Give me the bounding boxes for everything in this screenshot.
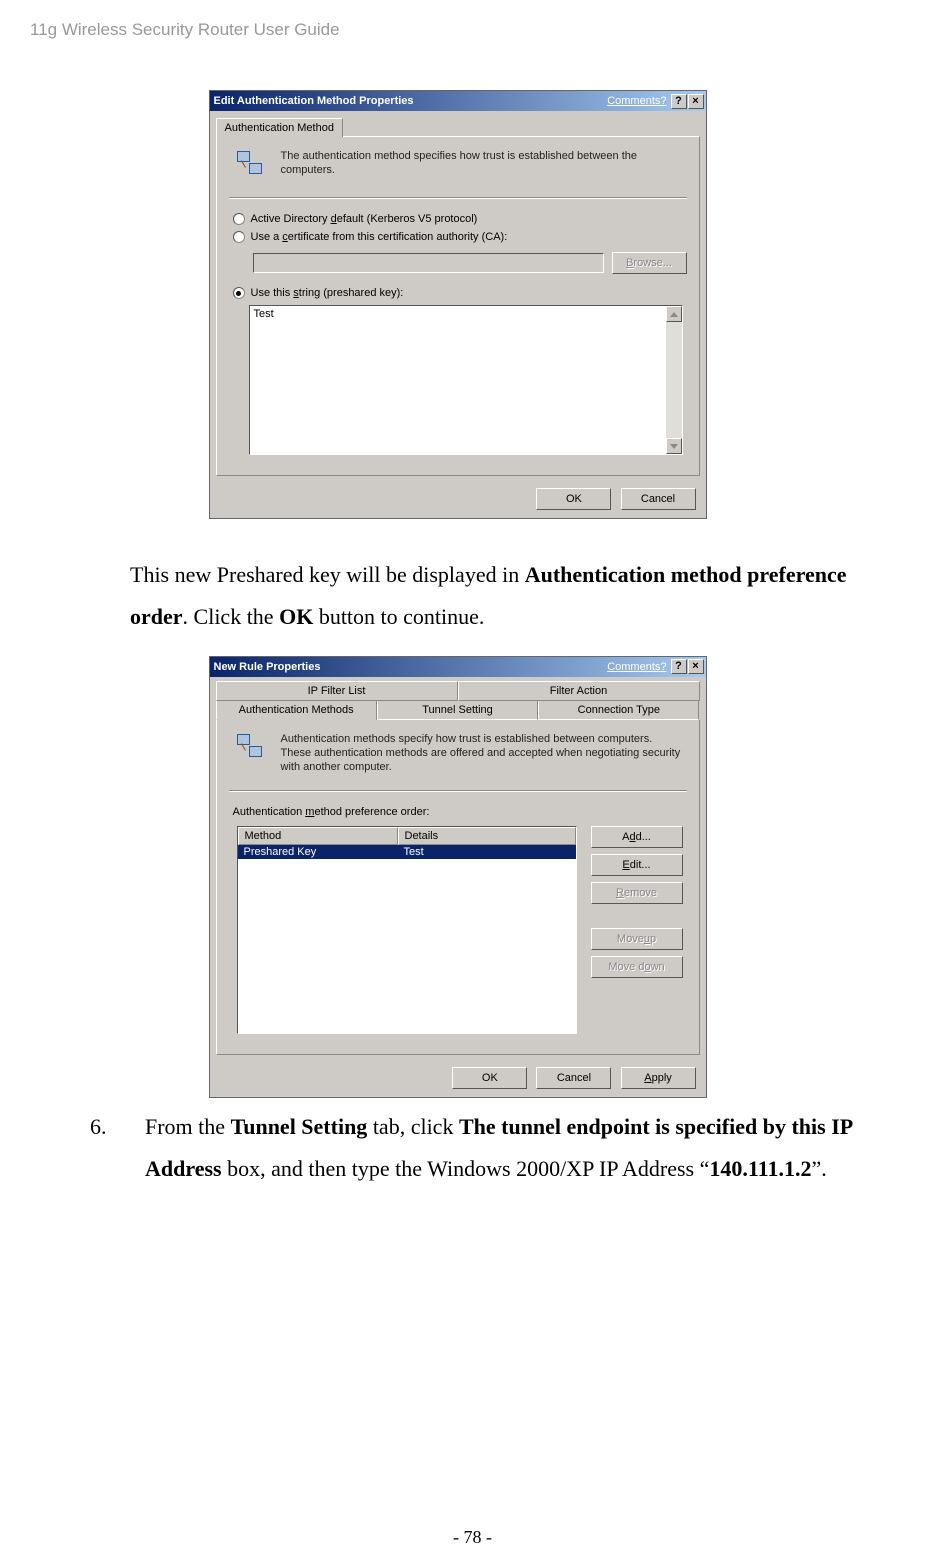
cell-method: Preshared Key xyxy=(238,845,398,859)
browse-button: Browse... xyxy=(612,252,687,274)
body-paragraph: This new Preshared key will be displayed… xyxy=(130,554,885,638)
list-header: Method Details xyxy=(238,827,576,845)
radio-label: Active Directory default (Kerberos V5 pr… xyxy=(251,213,478,225)
radio-icon xyxy=(233,231,245,243)
list-label: Authentication method preference order: xyxy=(233,806,683,818)
divider xyxy=(229,790,687,792)
tab-auth-method[interactable]: Authentication Method xyxy=(216,118,343,137)
radio-label: Use a certificate from this certificatio… xyxy=(251,231,508,243)
description-text: The authentication method specifies how … xyxy=(281,149,681,181)
radio-icon-selected xyxy=(233,287,245,299)
move-down-button: Move down xyxy=(591,956,683,978)
help-button[interactable]: ? xyxy=(671,94,687,109)
document-header: 11g Wireless Security Router User Guide xyxy=(30,20,885,40)
tab-strip: IP Filter List Filter Action Authenticat… xyxy=(210,677,706,720)
comments-link[interactable]: Comments? xyxy=(607,661,666,673)
help-button[interactable]: ? xyxy=(671,659,687,674)
dialog-button-row: OK Cancel Apply xyxy=(210,1061,706,1097)
preshared-key-value: Test xyxy=(250,306,666,454)
cancel-button[interactable]: Cancel xyxy=(621,488,696,510)
tab-tunnel-setting[interactable]: Tunnel Setting xyxy=(377,701,538,720)
network-icon xyxy=(235,732,267,764)
scroll-up-button[interactable] xyxy=(666,306,682,322)
cell-details: Test xyxy=(398,845,576,859)
tab-row: Authentication Method xyxy=(210,111,706,136)
radio-label: Use this string (preshared key): xyxy=(251,287,404,299)
radio-certificate[interactable]: Use a certificate from this certificatio… xyxy=(233,231,683,243)
add-button[interactable]: Add... xyxy=(591,826,683,848)
list-buttons: Add... Edit... Remove Move up Move down xyxy=(591,826,683,978)
ca-input[interactable] xyxy=(253,253,604,273)
step-content: From the Tunnel Setting tab, click The t… xyxy=(145,1106,885,1190)
tab-filter-action[interactable]: Filter Action xyxy=(458,681,700,701)
step-6: 6. From the Tunnel Setting tab, click Th… xyxy=(90,1106,885,1190)
move-up-button: Move up xyxy=(591,928,683,950)
network-icon xyxy=(235,149,267,181)
tab-ip-filter-list[interactable]: IP Filter List xyxy=(216,681,458,701)
dialog-body: The authentication method specifies how … xyxy=(216,136,700,476)
close-button[interactable]: × xyxy=(688,94,704,109)
scroll-track[interactable] xyxy=(666,322,682,438)
dialog-body: Authentication methods specify how trust… xyxy=(216,720,700,1056)
dialog-button-row: OK Cancel xyxy=(210,482,706,518)
new-rule-properties-dialog: New Rule Properties Comments? ? × IP Fil… xyxy=(209,656,707,1099)
edit-auth-method-dialog: Edit Authentication Method Properties Co… xyxy=(209,90,707,519)
radio-icon xyxy=(233,213,245,225)
comments-link[interactable]: Comments? xyxy=(607,95,666,107)
ok-button[interactable]: OK xyxy=(536,488,611,510)
close-button[interactable]: × xyxy=(688,659,704,674)
radio-active-directory[interactable]: Active Directory default (Kerberos V5 pr… xyxy=(233,213,683,225)
list-row-selected[interactable]: Preshared Key Test xyxy=(238,845,576,859)
apply-button[interactable]: Apply xyxy=(621,1067,696,1089)
tab-auth-methods[interactable]: Authentication Methods xyxy=(216,701,377,720)
scroll-down-button[interactable] xyxy=(666,438,682,454)
remove-button: Remove xyxy=(591,882,683,904)
titlebar: Edit Authentication Method Properties Co… xyxy=(210,91,706,111)
auth-method-list[interactable]: Method Details Preshared Key Test xyxy=(237,826,577,1034)
preshared-key-textarea[interactable]: Test xyxy=(249,305,683,455)
step-number: 6. xyxy=(90,1106,145,1190)
description-text: Authentication methods specify how trust… xyxy=(281,732,681,775)
ok-button[interactable]: OK xyxy=(452,1067,527,1089)
col-method[interactable]: Method xyxy=(238,827,398,845)
edit-button[interactable]: Edit... xyxy=(591,854,683,876)
radio-preshared-key[interactable]: Use this string (preshared key): xyxy=(233,287,683,299)
page-number: - 78 - xyxy=(0,1527,945,1548)
divider xyxy=(229,197,687,199)
cancel-button[interactable]: Cancel xyxy=(536,1067,611,1089)
titlebar: New Rule Properties Comments? ? × xyxy=(210,657,706,677)
tab-connection-type[interactable]: Connection Type xyxy=(538,701,699,720)
scrollbar[interactable] xyxy=(666,306,682,454)
dialog-title: New Rule Properties xyxy=(214,661,608,673)
col-details[interactable]: Details xyxy=(398,827,576,845)
dialog-title: Edit Authentication Method Properties xyxy=(214,95,608,107)
